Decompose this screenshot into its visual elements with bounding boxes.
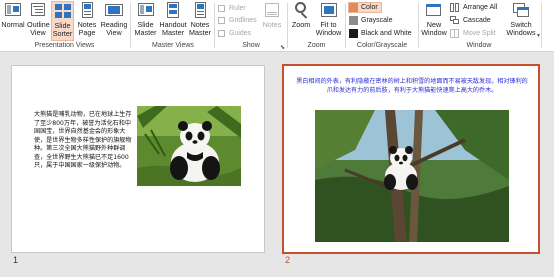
magnifier-icon xyxy=(291,1,311,19)
reading-view-icon xyxy=(104,1,124,19)
notes-master-icon xyxy=(190,1,210,19)
slide-number-2: 2 xyxy=(285,255,291,265)
notes-master-label: Notes Master xyxy=(189,20,211,37)
fit-to-window-icon xyxy=(319,1,339,19)
fit-to-window-label: Fit to Window xyxy=(315,20,342,37)
panda-photo-1 xyxy=(137,106,241,186)
panda-photo-2 xyxy=(315,110,509,242)
checkbox-icon xyxy=(218,5,225,12)
move-split-label: Move Split xyxy=(463,30,496,37)
new-window-label: New Window xyxy=(421,20,447,37)
show-group-label: Show xyxy=(242,42,260,49)
grayscale-swatch-icon xyxy=(349,16,358,25)
divider xyxy=(214,3,215,48)
notes-page-icon xyxy=(77,1,97,19)
divider xyxy=(287,3,288,48)
normal-view-label: Normal xyxy=(1,20,25,29)
slide-master-button[interactable]: Slide Master xyxy=(133,1,158,41)
cascade-label: Cascade xyxy=(463,17,491,24)
gridlines-checkbox[interactable]: Gridlines xyxy=(218,15,257,26)
new-window-button[interactable]: New Window xyxy=(420,1,448,41)
slide-thumbnail-1[interactable]: 大熊猫是哺乳动物，已在地球上生存了至少800万年，被誉为活化石和中国国宝，世界自… xyxy=(11,65,265,253)
dialog-launcher-icon[interactable]: ⬊ xyxy=(280,44,285,51)
presentation-views-group-label: Presentation Views xyxy=(34,42,95,49)
slide-number-1: 1 xyxy=(13,255,19,265)
color-swatch-icon xyxy=(349,3,358,12)
view-ribbon: Normal Outline View Slide Sorter Notes P… xyxy=(0,0,554,52)
grayscale-button[interactable]: Grayscale xyxy=(349,15,393,26)
switch-windows-icon xyxy=(511,1,531,19)
black-and-white-label: Black and White xyxy=(361,30,412,37)
handout-master-button[interactable]: Handout Master xyxy=(158,1,188,41)
arrange-all-button[interactable]: Arrange All xyxy=(450,2,497,13)
slide-1-text: 大熊猫是哺乳动物，已在地球上生存了至少800万年，被誉为活化石和中国国宝，世界自… xyxy=(34,111,132,169)
slide-sorter-button[interactable]: Slide Sorter xyxy=(51,1,74,41)
ruler-checkbox[interactable]: Ruler xyxy=(218,3,246,14)
notes-label: Notes xyxy=(262,20,282,29)
slide-2-text: 黑白相间的外表，有利隐蔽在密林的树上和积雪的地面而不易被天敌发现。相对锋利的爪和… xyxy=(296,78,528,94)
arrange-all-label: Arrange All xyxy=(463,4,498,11)
handout-master-label: Handout Master xyxy=(159,20,187,37)
slide-sorter-icon xyxy=(53,2,73,20)
master-views-group-label: Master Views xyxy=(152,42,194,49)
slide-master-label: Slide Master xyxy=(134,20,157,37)
black-white-swatch-icon xyxy=(349,29,358,38)
color-grayscale-group-label: Color/Grayscale xyxy=(356,42,408,49)
zoom-label: Zoom xyxy=(291,20,311,29)
zoom-button[interactable]: Zoom xyxy=(289,1,313,41)
slide-master-icon xyxy=(136,1,156,19)
move-split-button[interactable]: Move Split xyxy=(450,28,496,39)
new-window-icon xyxy=(424,1,444,19)
notes-master-button[interactable]: Notes Master xyxy=(188,1,212,41)
guides-checkbox[interactable]: Guides xyxy=(218,28,251,39)
ruler-label: Ruler xyxy=(229,5,246,12)
normal-view-icon xyxy=(3,1,23,19)
grayscale-label: Grayscale xyxy=(361,17,393,24)
normal-view-button[interactable]: Normal xyxy=(0,1,26,41)
color-label: Color xyxy=(361,4,378,11)
zoom-group-label: Zoom xyxy=(307,42,326,49)
slide-thumbnail-2[interactable]: 黑白相间的外表，有利隐蔽在密林的树上和积雪的地面而不易被天敌发现。相对锋利的爪和… xyxy=(282,64,540,254)
cascade-button[interactable]: Cascade xyxy=(450,15,491,26)
slide-sorter-label: Slide Sorter xyxy=(52,21,73,38)
handout-master-icon xyxy=(163,1,183,19)
cascade-icon xyxy=(450,16,460,25)
reading-view-label: Reading View xyxy=(100,20,128,37)
guides-label: Guides xyxy=(229,30,252,37)
divider xyxy=(345,3,346,48)
notes-page-button[interactable]: Notes Page xyxy=(75,1,99,41)
divider xyxy=(541,3,542,48)
switch-windows-label: Switch Windows xyxy=(506,20,536,37)
divider xyxy=(418,3,419,48)
notes-page-label: Notes Page xyxy=(77,20,97,37)
arrange-all-icon xyxy=(450,3,460,12)
move-split-icon xyxy=(450,29,460,38)
black-and-white-button[interactable]: Black and White xyxy=(349,28,412,39)
checkbox-icon xyxy=(218,30,225,37)
color-button[interactable]: Color xyxy=(348,2,382,13)
notes-button[interactable]: Notes xyxy=(260,1,284,41)
gridlines-label: Gridlines xyxy=(229,17,257,24)
outline-view-button[interactable]: Outline View xyxy=(26,1,50,41)
reading-view-button[interactable]: Reading View xyxy=(99,1,129,41)
fit-to-window-button[interactable]: Fit to Window xyxy=(314,1,343,41)
notes-icon xyxy=(262,1,282,19)
checkbox-icon xyxy=(218,17,225,24)
divider xyxy=(130,3,131,48)
outline-view-label: Outline View xyxy=(27,20,50,37)
outline-view-icon xyxy=(28,1,48,19)
window-group-label: Window xyxy=(466,42,492,49)
slide-sorter-pane: 大熊猫是哺乳动物，已在地球上生存了至少800万年，被誉为活化石和中国国宝，世界自… xyxy=(0,53,554,277)
switch-windows-button[interactable]: Switch Windows xyxy=(504,1,538,41)
